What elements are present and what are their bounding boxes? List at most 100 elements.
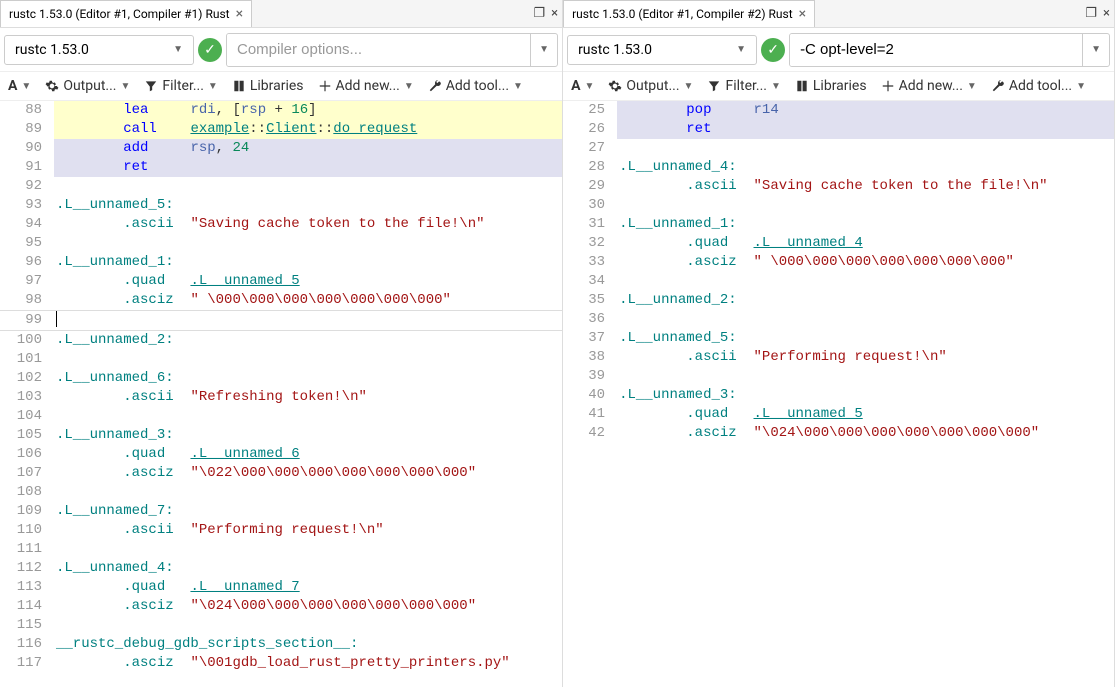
code-line[interactable]: 93.L__unnamed_5: [0, 196, 562, 215]
add-new-button[interactable]: Add new...▼ [881, 78, 977, 94]
font-button[interactable]: A▼ [8, 78, 31, 94]
libraries-button[interactable]: Libraries [795, 78, 867, 94]
code-line[interactable]: 91 ret [0, 158, 562, 177]
line-number: 41 [563, 405, 617, 424]
libraries-button[interactable]: Libraries [232, 78, 304, 94]
code-content: .ascii "Saving cache token to the file!\… [617, 177, 1114, 196]
code-line[interactable]: 94 .ascii "Saving cache token to the fil… [0, 215, 562, 234]
code-line[interactable]: 89 call example::Client::do_request [0, 120, 562, 139]
compiler-options-input[interactable] [227, 34, 530, 66]
code-line[interactable]: 96.L__unnamed_1: [0, 253, 562, 272]
maximize-icon[interactable]: ❐ [1085, 6, 1097, 21]
code-line[interactable]: 37.L__unnamed_5: [563, 329, 1114, 348]
close-icon[interactable]: × [1103, 6, 1110, 21]
output-button[interactable]: Output...▼ [45, 78, 130, 94]
font-button[interactable]: A▼ [571, 78, 594, 94]
code-line[interactable]: 36 [563, 310, 1114, 329]
code-line[interactable]: 110 .ascii "Performing request!\n" [0, 521, 562, 540]
code-line[interactable]: 116__rustc_debug_gdb_scripts_section__: [0, 635, 562, 654]
code-content: .ascii "Saving cache token to the file!\… [54, 215, 562, 234]
line-number: 32 [563, 234, 617, 253]
compiler-select[interactable]: rustc 1.53.0 ▼ [4, 35, 194, 65]
code-line[interactable]: 101 [0, 350, 562, 369]
tab[interactable]: rustc 1.53.0 (Editor #1, Compiler #2) Ru… [563, 0, 815, 27]
code-content [617, 196, 1114, 215]
code-line[interactable]: 102.L__unnamed_6: [0, 369, 562, 388]
maximize-icon[interactable]: ❐ [533, 6, 545, 21]
code-line[interactable]: 39 [563, 367, 1114, 386]
code-line[interactable]: 90 add rsp, 24 [0, 139, 562, 158]
line-number: 117 [0, 654, 54, 673]
assembly-output[interactable]: 88 lea rdi, [rsp + 16]89 call example::C… [0, 101, 562, 687]
code-line[interactable]: 112.L__unnamed_4: [0, 559, 562, 578]
code-line[interactable]: 30 [563, 196, 1114, 215]
add-tool-button[interactable]: Add tool...▼ [991, 78, 1086, 94]
code-line[interactable]: 27 [563, 139, 1114, 158]
code-content: .L__unnamed_5: [617, 329, 1114, 348]
code-line[interactable]: 92 [0, 177, 562, 196]
tab-title: rustc 1.53.0 (Editor #1, Compiler #2) Ru… [572, 7, 793, 21]
code-line[interactable]: 114 .asciz "\024\000\000\000\000\000\000… [0, 597, 562, 616]
code-line[interactable]: 25 pop r14 [563, 101, 1114, 120]
filter-button[interactable]: Filter...▼ [144, 78, 217, 94]
close-icon[interactable]: × [799, 7, 806, 21]
compiler-options-group: ▼ [789, 33, 1110, 67]
code-content: .quad .L__unnamed_5 [617, 405, 1114, 424]
options-dropdown[interactable]: ▼ [530, 34, 557, 66]
code-line[interactable]: 104 [0, 407, 562, 426]
code-line[interactable]: 103 .ascii "Refreshing token!\n" [0, 388, 562, 407]
close-icon[interactable]: × [551, 6, 558, 21]
code-content [54, 540, 562, 559]
code-line[interactable]: 111 [0, 540, 562, 559]
code-line[interactable]: 42 .asciz "\024\000\000\000\000\000\000\… [563, 424, 1114, 443]
code-content [54, 407, 562, 426]
code-content: .L__unnamed_6: [54, 369, 562, 388]
line-number: 37 [563, 329, 617, 348]
code-line[interactable]: 99 [0, 310, 562, 331]
filter-button[interactable]: Filter...▼ [707, 78, 780, 94]
assembly-output[interactable]: 25 pop r1426 ret2728.L__unnamed_4:29 .as… [563, 101, 1114, 687]
status-success-icon: ✓ [198, 38, 222, 62]
code-line[interactable]: 98 .asciz " \000\000\000\000\000\000\000… [0, 291, 562, 310]
code-line[interactable]: 32 .quad .L__unnamed_4 [563, 234, 1114, 253]
code-line[interactable]: 41 .quad .L__unnamed_5 [563, 405, 1114, 424]
code-line[interactable]: 33 .asciz " \000\000\000\000\000\000\000… [563, 253, 1114, 272]
output-button[interactable]: Output...▼ [608, 78, 693, 94]
line-number: 91 [0, 158, 54, 177]
book-icon [232, 79, 246, 93]
code-line[interactable]: 35.L__unnamed_2: [563, 291, 1114, 310]
close-icon[interactable]: × [236, 7, 243, 21]
code-line[interactable]: 109.L__unnamed_7: [0, 502, 562, 521]
code-line[interactable]: 108 [0, 483, 562, 502]
line-number: 114 [0, 597, 54, 616]
code-line[interactable]: 40.L__unnamed_3: [563, 386, 1114, 405]
code-line[interactable]: 106 .quad .L__unnamed_6 [0, 445, 562, 464]
code-line[interactable]: 26 ret [563, 120, 1114, 139]
compiler-options-input[interactable] [790, 34, 1082, 66]
code-line[interactable]: 95 [0, 234, 562, 253]
code-line[interactable]: 88 lea rdi, [rsp + 16] [0, 101, 562, 120]
compiler-select[interactable]: rustc 1.53.0 ▼ [567, 35, 757, 65]
code-line[interactable]: 31.L__unnamed_1: [563, 215, 1114, 234]
code-line[interactable]: 100.L__unnamed_2: [0, 331, 562, 350]
line-number: 30 [563, 196, 617, 215]
compiler-pane-1: rustc 1.53.0 (Editor #1, Compiler #1) Ru… [0, 0, 563, 687]
code-line[interactable]: 29 .ascii "Saving cache token to the fil… [563, 177, 1114, 196]
tab-bar: rustc 1.53.0 (Editor #1, Compiler #2) Ru… [563, 0, 1114, 28]
code-line[interactable]: 115 [0, 616, 562, 635]
code-line[interactable]: 107 .asciz "\022\000\000\000\000\000\000… [0, 464, 562, 483]
code-line[interactable]: 34 [563, 272, 1114, 291]
tab[interactable]: rustc 1.53.0 (Editor #1, Compiler #1) Ru… [0, 0, 252, 27]
code-line[interactable]: 38 .ascii "Performing request!\n" [563, 348, 1114, 367]
code-line[interactable]: 97 .quad .L__unnamed_5 [0, 272, 562, 291]
code-content: ret [617, 120, 1114, 139]
secondary-toolbar: A▼ Output...▼ Filter...▼ Libraries Add n… [0, 72, 562, 101]
code-line[interactable]: 28.L__unnamed_4: [563, 158, 1114, 177]
code-line[interactable]: 105.L__unnamed_3: [0, 426, 562, 445]
code-content: .asciz "\024\000\000\000\000\000\000\000… [617, 424, 1114, 443]
options-dropdown[interactable]: ▼ [1082, 34, 1109, 66]
add-tool-button[interactable]: Add tool...▼ [428, 78, 523, 94]
code-line[interactable]: 113 .quad .L__unnamed_7 [0, 578, 562, 597]
add-new-button[interactable]: Add new...▼ [318, 78, 414, 94]
code-line[interactable]: 117 .asciz "\001gdb_load_rust_pretty_pri… [0, 654, 562, 673]
